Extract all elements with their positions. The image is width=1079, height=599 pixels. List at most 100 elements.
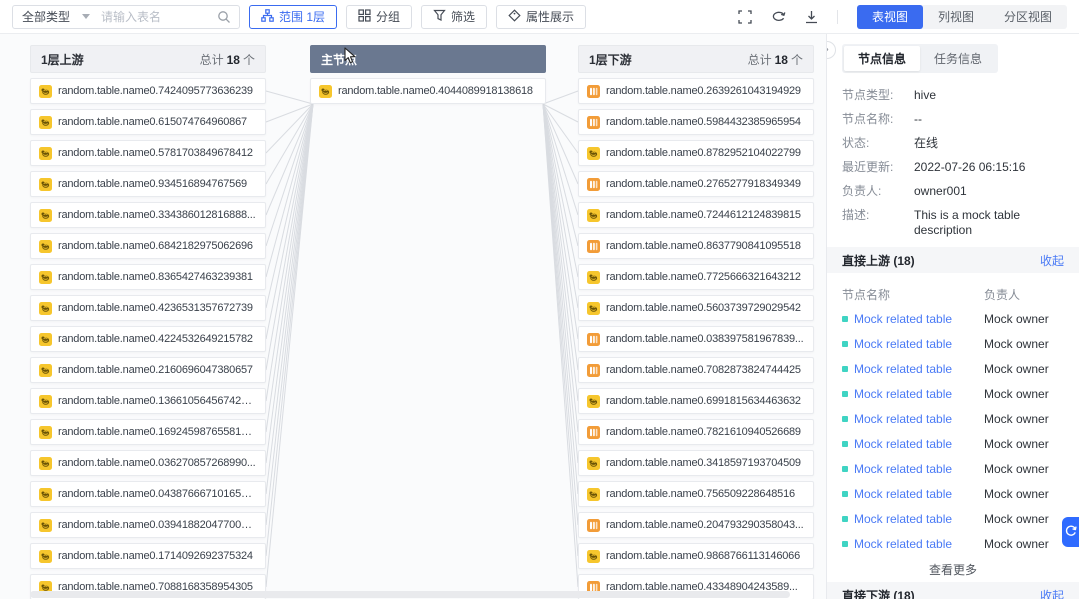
- related-owner-cell: Mock owner: [984, 461, 1049, 476]
- node-card[interactable]: random.table.name0.334386012816888...: [30, 202, 266, 228]
- search-input[interactable]: [99, 8, 209, 25]
- hive-icon: [587, 456, 600, 470]
- node-card[interactable]: random.table.name0.038397581967839...: [578, 326, 814, 352]
- table-icon: [587, 115, 600, 129]
- related-table-link[interactable]: Mock related table: [854, 362, 952, 376]
- node-card[interactable]: random.table.name0.8782952104022799: [578, 140, 814, 166]
- filter-button[interactable]: 筛选: [421, 4, 488, 29]
- related-name-cell: Mock related table: [842, 512, 984, 526]
- tab-column-view[interactable]: 列视图: [923, 5, 989, 29]
- related-table-link[interactable]: Mock related table: [854, 312, 952, 326]
- download-icon[interactable]: [805, 10, 818, 24]
- table-icon: [587, 332, 600, 346]
- hive-icon: [39, 239, 52, 253]
- node-card[interactable]: random.table.name0.8637790841095518: [578, 233, 814, 259]
- fullscreen-icon[interactable]: [738, 9, 752, 24]
- hive-icon: [39, 518, 52, 532]
- node-card[interactable]: random.table.name0.2639261043194929: [578, 78, 814, 104]
- related-owner-cell: Mock owner: [984, 311, 1049, 326]
- node-card[interactable]: random.table.name0.934516894767569: [30, 171, 266, 197]
- node-card[interactable]: random.table.name0.5781703849678412: [30, 140, 266, 166]
- downstream-column-header: 1层下游 总计 18 个: [578, 45, 814, 73]
- related-table-link[interactable]: Mock related table: [854, 487, 952, 501]
- node-card[interactable]: random.table.name0.04387666710165039: [30, 481, 266, 507]
- node-card[interactable]: random.table.name0.6842182975062696: [30, 233, 266, 259]
- collapse-link[interactable]: 收起: [1040, 587, 1064, 599]
- node-card[interactable]: random.table.name0.5984432385965954: [578, 109, 814, 135]
- toolbar-right: 表视图 列视图 分区视图: [738, 4, 1067, 29]
- filter-button-label: 筛选: [451, 10, 476, 24]
- floating-sync-button[interactable]: [1062, 517, 1079, 547]
- related-table-link[interactable]: Mock related table: [854, 512, 952, 526]
- related-name-cell: Mock related table: [842, 312, 984, 326]
- horizontal-scrollbar[interactable]: [30, 591, 790, 598]
- node-card[interactable]: random.table.name0.7821610940526689: [578, 419, 814, 445]
- scope-button[interactable]: 范围 1层: [249, 4, 338, 29]
- tab-node-info[interactable]: 节点信息: [844, 46, 921, 71]
- node-card[interactable]: random.table.name0.204793290358043...: [578, 512, 814, 538]
- direct-downstream-section-header: 直接下游 (18) 收起: [827, 582, 1079, 599]
- lineage-canvas[interactable]: 1层上游 总计 18 个 random.table.name0.7424095773…: [0, 34, 826, 599]
- view-more-link[interactable]: 查看更多: [842, 561, 1064, 578]
- panel-collapse-handle[interactable]: ›: [827, 41, 836, 59]
- node-label: random.table.name0.5781703849678412: [58, 147, 253, 159]
- related-name-cell: Mock related table: [842, 462, 984, 476]
- field-row: 节点类型: hive: [842, 88, 1064, 103]
- node-card[interactable]: random.table.name0.7082873824744425: [578, 357, 814, 383]
- node-card[interactable]: random.table.name0.7244612124839815: [578, 202, 814, 228]
- related-table-link[interactable]: Mock related table: [854, 462, 952, 476]
- related-row: Mock related table Mock owner: [842, 506, 1064, 531]
- tag-icon: [508, 8, 521, 25]
- node-card[interactable]: random.table.name0.4236531357672739: [30, 295, 266, 321]
- teal-bullet-icon: [842, 465, 848, 472]
- node-card[interactable]: random.table.name0.13661056456742315: [30, 388, 266, 414]
- node-card[interactable]: random.table.name0.4044089918138618: [310, 78, 546, 104]
- related-table-link[interactable]: Mock related table: [854, 437, 952, 451]
- view-switcher: 表视图 列视图 分区视图: [856, 4, 1067, 29]
- node-label: random.table.name0.7725666321643212: [606, 271, 801, 283]
- hive-icon: [39, 270, 52, 284]
- toolbar-divider: [836, 9, 838, 24]
- node-card[interactable]: random.table.name0.3418597193704509: [578, 450, 814, 476]
- group-button[interactable]: 分组: [346, 4, 413, 29]
- related-table-link[interactable]: Mock related table: [854, 387, 952, 401]
- collapse-link[interactable]: 收起: [1040, 252, 1064, 269]
- node-card[interactable]: random.table.name0.7725666321643212: [578, 264, 814, 290]
- hive-icon: [39, 177, 52, 191]
- node-card[interactable]: random.table.name0.4224532649215782: [30, 326, 266, 352]
- refresh-icon[interactable]: [771, 10, 786, 23]
- node-card[interactable]: random.table.name0.8365427463239381: [30, 264, 266, 290]
- tab-partition-view[interactable]: 分区视图: [989, 5, 1067, 29]
- node-card[interactable]: random.table.name0.5603739729029542: [578, 295, 814, 321]
- type-select[interactable]: 全部类型: [13, 8, 99, 25]
- node-card[interactable]: random.table.name0.615074764960867: [30, 109, 266, 135]
- related-table-link[interactable]: Mock related table: [854, 337, 952, 351]
- node-card[interactable]: random.table.name0.036270857268990...: [30, 450, 266, 476]
- related-owner-cell: Mock owner: [984, 536, 1049, 551]
- related-name-cell: Mock related table: [842, 337, 984, 351]
- field-value: 在线: [914, 136, 939, 150]
- node-label: random.table.name0.6842182975062696: [58, 240, 253, 252]
- related-table-link[interactable]: Mock related table: [854, 412, 952, 426]
- node-card[interactable]: random.table.name0.7424095773636239: [30, 78, 266, 104]
- field-value: This is a mock table description: [914, 208, 1021, 237]
- tab-task-info[interactable]: 任务信息: [920, 46, 996, 71]
- node-card[interactable]: random.table.name0.6991815634463632: [578, 388, 814, 414]
- node-card[interactable]: random.table.name0.756509228648516: [578, 481, 814, 507]
- related-table-link[interactable]: Mock related table: [854, 537, 952, 551]
- node-card[interactable]: random.table.name0.9868766113146066: [578, 543, 814, 569]
- teal-bullet-icon: [842, 340, 848, 347]
- teal-bullet-icon: [842, 315, 848, 322]
- node-label: random.table.name0.4236531357672739: [58, 302, 253, 314]
- tab-table-view[interactable]: 表视图: [856, 4, 923, 29]
- attr-display-button[interactable]: 属性展示: [496, 4, 587, 29]
- node-card[interactable]: random.table.name0.03941882047700651: [30, 512, 266, 538]
- hive-icon: [39, 84, 52, 98]
- node-card[interactable]: random.table.name0.2160696047380657: [30, 357, 266, 383]
- node-label: random.table.name0.5984432385965954: [606, 116, 801, 128]
- node-card[interactable]: random.table.name0.2765277918349349: [578, 171, 814, 197]
- node-card[interactable]: random.table.name0.1714092692375324: [30, 543, 266, 569]
- related-table: 节点名称 负责人 Mock related table Mock owner Moc…: [842, 282, 1064, 578]
- hive-icon: [587, 146, 600, 160]
- node-card[interactable]: random.table.name0.16924598765581478: [30, 419, 266, 445]
